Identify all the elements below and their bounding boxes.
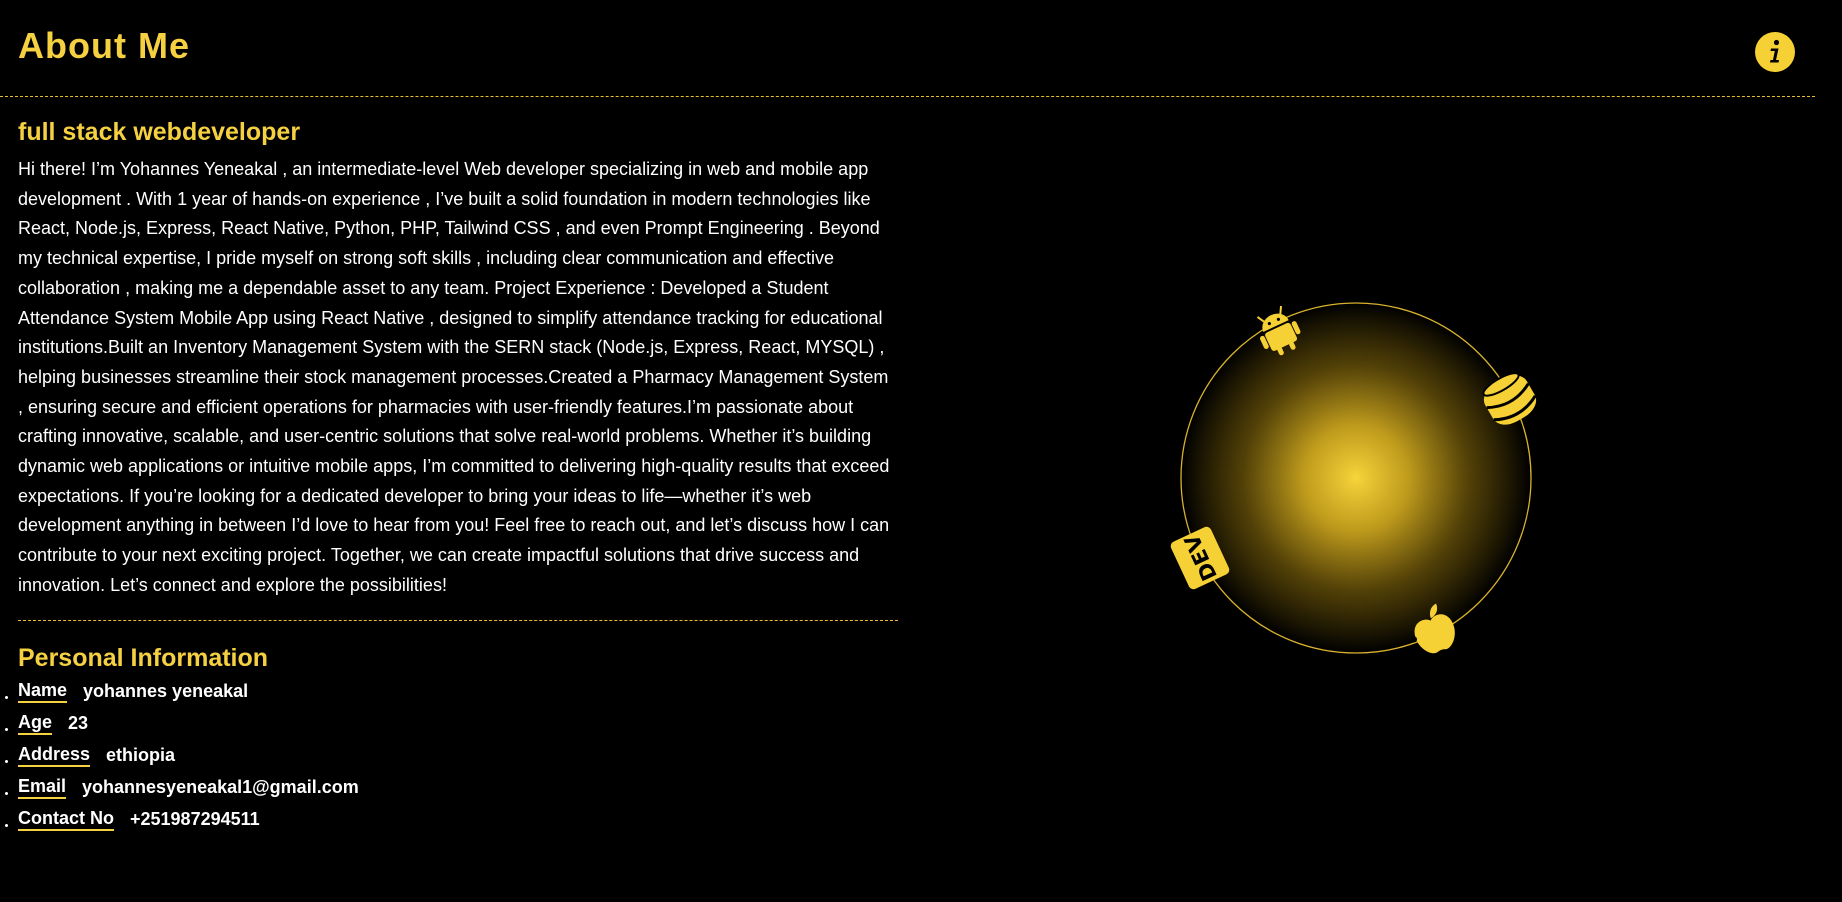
info-label: Email xyxy=(18,776,67,799)
bullet xyxy=(5,728,8,731)
page-title: About Me xyxy=(18,25,190,66)
personal-info-list: Name yohannes yeneakal Age 23 Address et… xyxy=(0,675,359,835)
info-value: ethiopia xyxy=(106,745,176,765)
info-value: yohannesyeneakal1@gmail.com xyxy=(82,777,359,797)
info-value: +251987294511 xyxy=(130,809,260,829)
info-button[interactable] xyxy=(1755,32,1795,72)
orbit-graphic: DEV xyxy=(1170,302,1537,654)
skills-orbit: DEV xyxy=(1158,290,1558,690)
about-section: full stack webdeveloper Hi there! I’m Yo… xyxy=(18,117,898,601)
info-item-age: Age 23 xyxy=(0,707,359,739)
info-label: Name xyxy=(18,680,68,703)
info-item-contact: Contact No +251987294511 xyxy=(0,803,359,835)
info-label: Address xyxy=(18,744,91,767)
info-value: yohannes yeneakal xyxy=(83,681,249,701)
header: About Me xyxy=(0,0,1815,97)
bullet xyxy=(5,792,8,795)
info-icon xyxy=(1756,33,1794,71)
info-label: Contact No xyxy=(18,808,114,831)
info-label: Age xyxy=(18,712,53,735)
bullet xyxy=(5,760,8,763)
role-subtitle: full stack webdeveloper xyxy=(18,118,301,146)
bullet xyxy=(5,696,8,699)
info-item-address: Address ethiopia xyxy=(0,739,359,771)
bullet xyxy=(5,824,8,827)
info-value: 23 xyxy=(68,713,89,733)
info-item-email: Email yohannesyeneakal1@gmail.com xyxy=(0,771,359,803)
info-item-name: Name yohannes yeneakal xyxy=(0,675,359,707)
glow-sphere xyxy=(1180,302,1532,654)
bio-paragraph: Hi there! I’m Yohannes Yeneakal , an int… xyxy=(18,159,890,595)
section-divider xyxy=(18,620,898,621)
personal-info-title: Personal Information xyxy=(18,644,269,672)
